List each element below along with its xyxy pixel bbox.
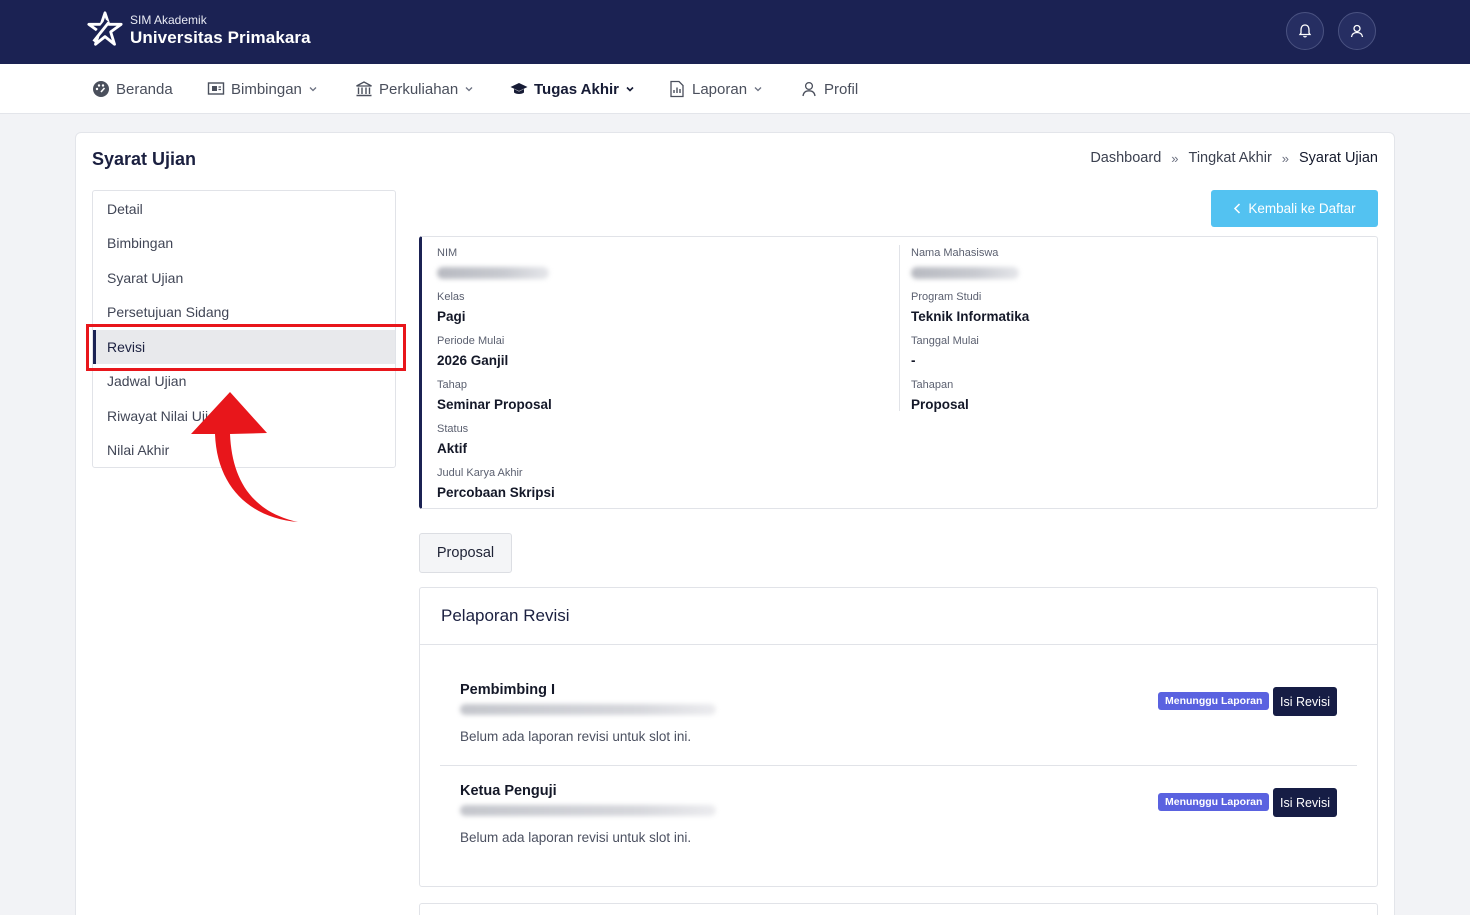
chevron-down-icon — [754, 87, 762, 92]
field-value: Pagi — [437, 309, 466, 324]
profile-button[interactable] — [1338, 12, 1376, 50]
user-icon — [1350, 24, 1364, 38]
nav-label: Tugas Akhir — [534, 80, 620, 98]
presentation-icon — [207, 82, 225, 95]
brand[interactable]: SIM Akademik Universitas Primakara — [86, 11, 311, 49]
revisi-slot-pembimbing: Pembimbing I Belum ada laporan revisi un… — [460, 682, 716, 744]
slot-divider — [440, 765, 1357, 766]
redacted-nim — [437, 267, 549, 279]
next-panel — [419, 903, 1378, 915]
side-item-detail[interactable]: Detail — [93, 192, 395, 226]
app-title: Universitas Primakara — [130, 27, 311, 47]
field-label: Program Studi — [911, 291, 982, 303]
back-button-label: Kembali ke Daftar — [1248, 201, 1356, 216]
field-label: Tahapan — [911, 379, 954, 391]
nav-label: Beranda — [116, 80, 173, 98]
annotation-highlight — [86, 324, 406, 371]
report-icon — [670, 80, 684, 98]
slot-title: Pembimbing I — [460, 682, 556, 698]
chevron-down-icon — [309, 87, 317, 92]
field-value: Percobaan Skripsi — [437, 485, 555, 500]
field-nim: NIM — [437, 247, 549, 279]
institution-icon — [356, 81, 372, 97]
breadcrumb: Dashboard » Tingkat Akhir » Syarat Ujian — [1090, 150, 1378, 166]
breadcrumb-separator: » — [1171, 150, 1179, 166]
chevron-down-icon — [626, 86, 634, 92]
field-value: Proposal — [911, 397, 969, 412]
nav-label: Perkuliahan — [379, 80, 459, 98]
chevron-down-icon — [465, 87, 473, 92]
field-status: Status Aktif — [437, 423, 468, 457]
isi-revisi-button[interactable]: Isi Revisi — [1273, 687, 1337, 716]
field-label: Tahap — [437, 379, 467, 391]
field-nama: Nama Mahasiswa — [911, 247, 1019, 279]
field-label: Status — [437, 423, 469, 435]
graduation-cap-icon — [510, 83, 528, 94]
slot-title: Ketua Penguji — [460, 783, 557, 799]
back-to-list-button[interactable]: Kembali ke Daftar — [1211, 190, 1378, 227]
side-item-syarat-ujian[interactable]: Syarat Ujian — [93, 261, 395, 295]
main-nav: Beranda Bimbingan Perkuliahan Tugas Akhi… — [0, 64, 1470, 114]
nav-label: Laporan — [692, 80, 748, 98]
field-value: Teknik Informatika — [911, 309, 1030, 324]
field-periode: Periode Mulai 2026 Ganjil — [437, 335, 508, 369]
breadcrumb-dashboard[interactable]: Dashboard — [1090, 150, 1161, 166]
field-prodi: Program Studi Teknik Informatika — [911, 291, 1029, 325]
slot-note: Belum ada laporan revisi untuk slot ini. — [460, 729, 692, 744]
field-label: Tanggal Mulai — [911, 335, 979, 347]
field-value: Aktif — [437, 441, 467, 456]
field-judul: Judul Karya Akhir Percobaan Skripsi — [437, 467, 555, 501]
user-icon — [802, 81, 816, 97]
field-tahap: Tahap Seminar Proposal — [437, 379, 552, 413]
revisi-slot-ketua-penguji: Ketua Penguji Belum ada laporan revisi u… — [460, 783, 716, 845]
nav-label: Bimbingan — [231, 80, 302, 98]
app-subtitle: SIM Akademik — [130, 12, 207, 27]
notification-button[interactable] — [1286, 12, 1324, 50]
field-label: Periode Mulai — [437, 335, 505, 347]
field-label: Kelas — [437, 291, 465, 303]
nav-tugas-akhir[interactable]: Tugas Akhir — [510, 64, 635, 114]
annotation-arrow-icon — [191, 392, 298, 522]
field-label: Judul Karya Akhir — [437, 467, 523, 479]
breadcrumb-current: Syarat Ujian — [1299, 150, 1378, 166]
nav-perkuliahan[interactable]: Perkuliahan — [355, 64, 474, 114]
redacted-name — [460, 805, 716, 816]
nav-label: Profil — [824, 80, 859, 98]
column-divider — [899, 245, 900, 411]
page-title: Syarat Ujian — [92, 149, 197, 169]
redacted-nama — [911, 267, 1019, 279]
field-label: NIM — [437, 247, 458, 259]
status-badge: Menunggu Laporan — [1158, 692, 1270, 710]
nav-bimbingan[interactable]: Bimbingan — [207, 64, 318, 114]
breadcrumb-separator: » — [1281, 150, 1290, 166]
status-badge: Menunggu Laporan — [1158, 793, 1270, 811]
nav-laporan[interactable]: Laporan — [668, 64, 763, 114]
slot-note: Belum ada laporan revisi untuk slot ini. — [460, 830, 692, 845]
breadcrumb-tingkat-akhir[interactable]: Tingkat Akhir — [1189, 150, 1272, 166]
isi-revisi-button[interactable]: Isi Revisi — [1273, 788, 1337, 817]
side-item-bimbingan[interactable]: Bimbingan — [93, 226, 395, 260]
chevron-left-icon — [1234, 203, 1241, 214]
logo-icon — [87, 11, 123, 46]
top-bar: SIM Akademik Universitas Primakara — [0, 0, 1470, 64]
field-value: - — [911, 353, 916, 368]
nav-profil[interactable]: Profil — [800, 64, 858, 114]
nav-beranda[interactable]: Beranda — [92, 64, 173, 114]
revisi-heading: Pelaporan Revisi — [420, 588, 1377, 645]
field-label: Nama Mahasiswa — [911, 247, 999, 259]
redacted-name — [460, 704, 716, 715]
tab-proposal[interactable]: Proposal — [419, 533, 512, 573]
field-tahapan: Tahapan Proposal — [911, 379, 969, 413]
field-tanggal: Tanggal Mulai - — [911, 335, 979, 369]
field-value: Seminar Proposal — [437, 397, 552, 412]
dashboard-icon — [93, 81, 109, 97]
field-value: 2026 Ganjil — [437, 353, 509, 368]
field-kelas: Kelas Pagi — [437, 291, 466, 325]
bell-icon — [1298, 24, 1312, 38]
